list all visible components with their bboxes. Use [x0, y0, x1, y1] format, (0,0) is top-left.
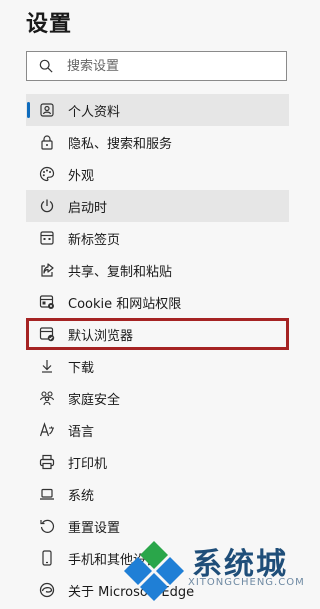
new-tab-icon	[39, 230, 55, 246]
nav-item-label: 打印机	[68, 456, 108, 472]
nav-item-label: 重置设置	[68, 520, 121, 536]
lock-icon	[39, 134, 55, 150]
reset-icon	[39, 518, 55, 534]
nav-item-family[interactable]: 家庭安全	[26, 382, 289, 414]
nav-item-cookies[interactable]: Cookie 和网站权限	[26, 286, 289, 318]
laptop-icon	[39, 486, 55, 502]
nav-item-system[interactable]: 系统	[26, 478, 289, 510]
default-browser-icon	[39, 326, 55, 342]
nav-item-profile[interactable]: 个人资料	[26, 94, 289, 126]
nav-item-default-browser[interactable]: 默认浏览器	[26, 318, 289, 350]
edge-icon	[39, 582, 55, 598]
download-icon	[39, 358, 55, 374]
nav-item-label: 家庭安全	[68, 392, 121, 408]
profile-icon	[39, 102, 55, 118]
nav-item-languages[interactable]: 语言	[26, 414, 289, 446]
palette-icon	[39, 166, 55, 182]
nav-item-share[interactable]: 共享、复制和粘贴	[26, 254, 289, 286]
page-title: 设置	[26, 12, 73, 37]
phone-icon	[39, 550, 55, 566]
nav-item-label: 外观	[68, 168, 95, 184]
search-input[interactable]	[65, 57, 259, 75]
nav-item-privacy[interactable]: 隐私、搜索和服务	[26, 126, 289, 158]
nav-item-label: 启动时	[68, 200, 108, 216]
share-icon	[39, 262, 55, 278]
watermark: 系统城 XITONGCHENG.COM	[124, 533, 310, 609]
settings-nav: 个人资料 隐私、搜索和服务 外观 启动时 新标签页 共享、复制和粘贴 Cooki…	[26, 94, 289, 606]
nav-item-startup[interactable]: 启动时	[26, 190, 289, 222]
printer-icon	[39, 454, 55, 470]
nav-item-printers[interactable]: 打印机	[26, 446, 289, 478]
nav-item-label: Cookie 和网站权限	[68, 296, 182, 312]
nav-item-label: 新标签页	[68, 232, 121, 248]
nav-item-new-tab[interactable]: 新标签页	[26, 222, 289, 254]
power-icon	[39, 198, 55, 214]
nav-item-downloads[interactable]: 下载	[26, 350, 289, 382]
family-icon	[39, 390, 55, 406]
search-box[interactable]	[26, 51, 287, 81]
nav-item-appearance[interactable]: 外观	[26, 158, 289, 190]
nav-item-label: 个人资料	[68, 104, 121, 120]
nav-item-label: 系统	[68, 488, 95, 504]
nav-item-label: 下载	[68, 360, 95, 376]
nav-item-label: 默认浏览器	[68, 328, 134, 344]
nav-item-label: 隐私、搜索和服务	[68, 136, 173, 152]
watermark-url: XITONGCHENG.COM	[188, 577, 305, 588]
nav-item-label: 共享、复制和粘贴	[68, 264, 173, 280]
watermark-logo-icon	[124, 541, 184, 601]
search-icon	[39, 59, 53, 73]
site-permissions-icon	[39, 294, 55, 310]
language-icon	[39, 422, 55, 438]
nav-item-label: 语言	[68, 424, 95, 440]
